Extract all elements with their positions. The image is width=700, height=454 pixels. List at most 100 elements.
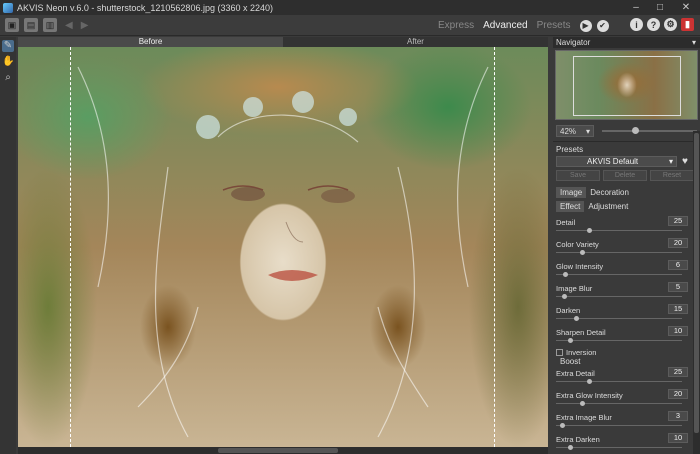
zoom-value: 42% [560,126,577,136]
save-image-icon[interactable]: ▤ [24,18,38,32]
image-canvas[interactable] [18,47,548,447]
param-slider[interactable] [556,425,682,426]
redo-icon[interactable]: ▶ [81,20,89,31]
param-name: Detail [556,218,576,227]
tab-effect[interactable]: Effect [556,200,585,212]
param-slider[interactable] [556,340,682,341]
param-slider[interactable] [556,381,682,382]
zoom-slider[interactable] [602,127,697,134]
preset-selected: AKVIS Default [587,157,639,166]
collapse-icon[interactable]: ▾ [692,37,696,48]
presets-label: Presets [556,145,584,154]
param-value-input[interactable]: 20 [668,238,688,248]
navigator-view-frame[interactable] [573,56,681,116]
delete-preset-button[interactable]: Delete [603,170,647,181]
app-icon [3,2,13,13]
tab-after[interactable]: After [283,37,548,47]
param-value-input[interactable]: 3 [668,411,688,421]
param-slider-knob[interactable] [586,228,592,233]
param-slider[interactable] [556,274,682,275]
navigator-header: Navigator ▾ [553,37,700,48]
panel-vertical-scrollbar[interactable] [693,131,700,454]
param-slider-knob[interactable] [580,401,586,406]
tab-before[interactable]: Before [18,37,283,47]
help-icon[interactable]: ? [647,18,660,31]
title-bar: AKVIS Neon v.6.0 - shutterstock_12105628… [0,0,700,15]
navigator-title: Navigator [556,38,591,47]
param-slider-knob[interactable] [562,294,568,299]
param-name: Sharpen Detail [556,328,606,337]
param-slider[interactable] [556,403,682,404]
param-value-input[interactable]: 15 [668,304,688,314]
split-line-right[interactable] [494,47,495,447]
favorite-heart-icon[interactable]: ♥ [682,156,688,167]
open-image-icon[interactable]: ▣ [5,18,19,32]
toolbar: ▣ ▤ ▥ ◀ ▶ Express Advanced Presets ▶ ✔ i… [0,15,700,36]
undo-icon[interactable]: ◀ [65,20,73,31]
param-name: Image Blur [556,284,593,293]
tab-image[interactable]: Image [556,186,587,198]
hand-tool-icon[interactable]: ✋ [2,56,14,68]
inversion-label: Inversion [566,347,597,357]
param-value-input[interactable]: 25 [668,367,688,377]
param-value-input[interactable]: 6 [668,260,688,270]
param-value-input[interactable]: 10 [668,433,688,443]
close-button[interactable]: ✕ [672,0,700,15]
param-slider-knob[interactable] [580,250,586,255]
param-slider-knob[interactable] [568,445,574,450]
reset-preset-button[interactable]: Reset [650,170,694,181]
tutorial-book-icon[interactable]: ▮ [681,18,694,31]
canvas-horizontal-scrollbar[interactable] [18,447,548,454]
neon-portrait-image [77,66,489,438]
inversion-checkbox[interactable] [556,348,563,356]
param-row: Extra Glow Intensity 20 [553,388,700,410]
param-value-input[interactable]: 10 [668,326,688,336]
param-slider[interactable] [556,252,682,253]
param-name: Color Variety [556,240,599,249]
param-name: Darken [556,306,581,315]
param-slider-knob[interactable] [586,379,592,384]
param-name: Extra Glow Intensity [556,391,623,400]
navigator-preview[interactable] [555,50,698,120]
right-eye [321,189,355,203]
param-slider-knob[interactable] [559,423,565,428]
info-icon[interactable]: i [630,18,643,31]
zoom-select[interactable]: 42% ▾ [556,125,594,137]
run-icon[interactable]: ▶ [579,19,592,32]
param-row: Darken 15 [553,303,700,325]
view-tabs: Before After [18,37,548,47]
param-slider[interactable] [556,230,682,231]
param-value-input[interactable]: 5 [668,282,688,292]
param-value-input[interactable]: 20 [668,389,688,399]
mode-advanced-button[interactable]: Advanced [483,20,527,31]
split-line-left[interactable] [70,47,71,447]
paint-tool-icon[interactable]: ✎ [2,40,14,52]
param-slider-knob[interactable] [568,338,574,343]
param-slider[interactable] [556,447,682,448]
left-eye [231,187,265,201]
minimize-button[interactable]: – [624,0,648,15]
apply-icon[interactable]: ✔ [596,19,609,32]
batch-process-icon[interactable]: ▥ [43,18,57,32]
mode-express-button[interactable]: Express [438,20,474,31]
zoom-slider-knob[interactable] [632,127,639,134]
param-slider-knob[interactable] [574,316,580,321]
chevron-down-icon: ▾ [585,126,590,136]
tab-decoration[interactable]: Decoration [586,187,633,198]
param-row: Extra Detail 25 [553,366,700,388]
param-name: Glow Intensity [556,262,604,271]
left-toolbar: ✎ ✋ ⌕ [0,37,16,454]
maximize-button[interactable]: □ [648,0,672,15]
param-row: Extra Darken 10 [553,432,700,454]
param-row: Glow Intensity 6 [553,259,700,281]
tab-adjustment[interactable]: Adjustment [584,201,632,212]
settings-icon[interactable]: ⚙ [664,18,677,31]
preset-select[interactable]: AKVIS Default ▾ [556,156,677,167]
param-slider[interactable] [556,296,682,297]
param-name: Extra Detail [556,369,595,378]
save-preset-button[interactable]: Save [556,170,600,181]
zoom-tool-icon[interactable]: ⌕ [2,72,14,84]
param-value-input[interactable]: 25 [668,216,688,226]
param-slider-knob[interactable] [563,272,569,277]
mode-presets-button[interactable]: Presets [537,20,571,31]
